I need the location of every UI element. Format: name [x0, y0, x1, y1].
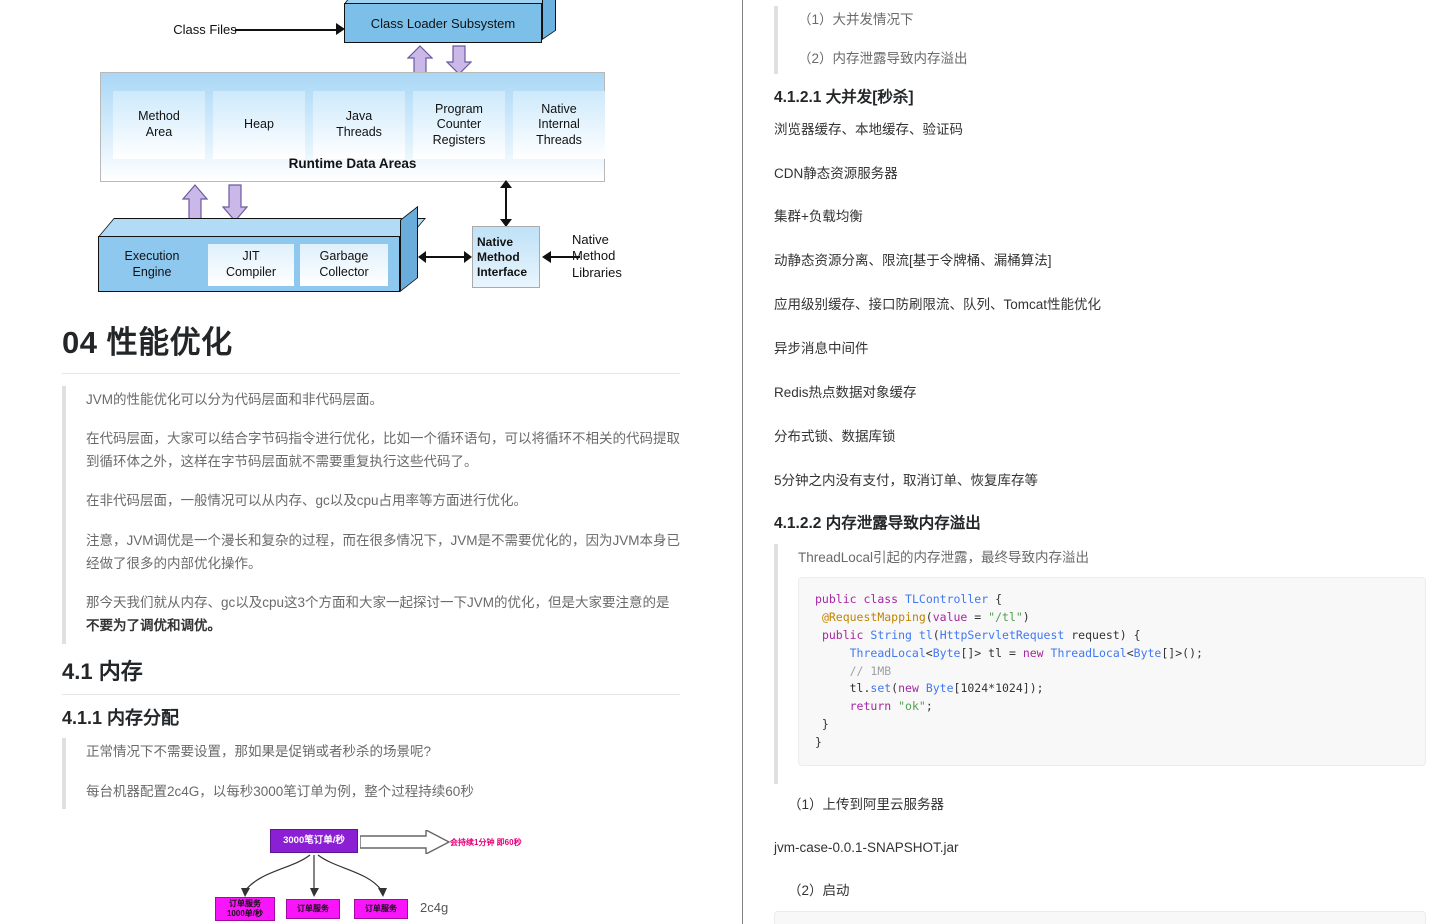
order-rate-flowchart: 3000笔订单/秒 会持续1分钟 即60秒 订单服务 1000单/秒 订单服务: [60, 819, 680, 924]
section-heading-allocation: 4.1.1 内存分配: [62, 708, 180, 729]
flow-service-box-2: 订单服务: [286, 898, 340, 919]
allocation-paragraph-2: 每台机器配置2c4G，以每秒3000笔订单为例，整个过程持续60秒: [86, 783, 474, 799]
native-method-interface-box: Native Method Interface: [472, 226, 540, 288]
loader-down-arrow-icon: [446, 45, 472, 75]
engine-nmi-arrow-left: [418, 251, 426, 263]
engine-down-arrow-icon: [222, 184, 248, 222]
loader-up-arrow-icon: [407, 45, 433, 75]
engine-nmi-connector: [422, 256, 470, 258]
run-command-code-block: java -jar -Xms1000M -Xmx1000M -XX:+HeapD…: [774, 910, 1426, 924]
leak-quote-text: ThreadLocal引起的内存泄露，最终导致内存溢出: [798, 550, 1090, 566]
garbage-collector-cell: Garbage Collector: [300, 244, 388, 286]
concurrency-point-9: 5分钟之内没有支付，取消订单、恢复库存等: [774, 473, 1039, 489]
intro-blockquote: JVM的性能优化可以分为代码层面和非代码层面。 在代码层面，大家可以结合字节码指…: [62, 385, 680, 644]
concurrency-point-3: 集群+负载均衡: [774, 209, 863, 225]
page-title: 04 性能优化: [62, 325, 233, 360]
runtime-data-areas-title: Runtime Data Areas: [288, 156, 417, 171]
execution-engine-box-top-face: [98, 218, 426, 237]
flow-service-box-3: 订单服务: [354, 898, 408, 919]
allocation-paragraph-1: 正常情况下不需要设置，那如果是促销或者秒杀的场景呢?: [86, 744, 432, 760]
concurrency-point-2: CDN静态资源服务器: [774, 165, 898, 181]
top-list-item-2: （2）内存泄露导致内存溢出: [798, 51, 968, 67]
intro-last-prefix: 那今天我们就从内存、gc以及cpu这3个方面和大家一起探讨一下JVM的优化，但是…: [86, 595, 670, 611]
heading-high-concurrency: 4.1.2.1 大并发[秒杀]: [774, 89, 914, 107]
class-files-connector: [235, 29, 340, 31]
runtime-cell-method-area: Method Area: [113, 91, 205, 159]
flow-machine-spec: 2c4g: [420, 899, 449, 915]
top-list-item-1: （1）大并发情况下: [798, 12, 914, 27]
allocation-blockquote: 正常情况下不需要设置，那如果是促销或者秒杀的场景呢? 每台机器配置2c4G，以每…: [62, 738, 680, 809]
intro-paragraph-3: 在非代码层面，一般情况可以从内存、gc以及cpu占用率等方面进行优化。: [86, 493, 528, 509]
flow-service-box-1: 订单服务 1000单/秒: [215, 896, 275, 921]
libraries-arrowhead: [542, 251, 551, 263]
flow-service-label-3: 订单服务: [365, 904, 397, 914]
jar-file-name: jvm-case-0.0.1-SNAPSHOT.jar: [774, 839, 959, 855]
flow-service-label-1: 订单服务 1000单/秒: [226, 899, 264, 918]
class-loader-box-side-face: [542, 0, 556, 40]
intro-paragraph-5: 那今天我们就从内存、gc以及cpu这3个方面和大家一起探讨一下JVM的优化，但是…: [86, 591, 680, 637]
native-method-libraries-label: Native Method Libraries: [572, 232, 622, 280]
class-loader-subsystem-label: Class Loader Subsystem: [370, 15, 516, 31]
rda-nmi-arrow-up: [500, 180, 512, 188]
right-column: （1）大并发情况下 （2）内存泄露导致内存溢出 4.1.2.1 大并发[秒杀] …: [743, 0, 1454, 924]
runtime-cell-java-threads: Java Threads: [313, 91, 405, 159]
intro-paragraph-1: JVM的性能优化可以分为代码层面和非代码层面。: [86, 391, 383, 407]
engine-nmi-arrow-right: [464, 251, 472, 263]
intro-paragraph-4: 注意，JVM调优是一个漫长和复杂的过程，而在很多情况下，JVM是不需要优化的，因…: [86, 532, 680, 571]
runtime-data-areas-box: Method Area Heap Java Threads Program Co…: [100, 72, 605, 182]
class-loader-subsystem-box: Class Loader Subsystem: [344, 3, 542, 43]
title-divider: [62, 372, 680, 374]
document-page: Class Files Class Loader Subsystem Metho…: [0, 0, 1454, 924]
left-column: Class Files Class Loader Subsystem Metho…: [0, 0, 742, 924]
step-1-label: （1）上传到阿里云服务器: [788, 796, 945, 812]
concurrency-point-7: Redis热点数据对象缓存: [774, 385, 917, 401]
java-code-block: public class TLController { @RequestMapp…: [798, 577, 1426, 766]
runtime-cell-pc-registers: Program Counter Registers: [413, 91, 505, 159]
concurrency-point-8: 分布式锁、数据库锁: [774, 429, 896, 445]
leak-blockquote: ThreadLocal引起的内存泄露，最终导致内存溢出 public class…: [774, 544, 1426, 784]
concurrency-point-5: 应用级别缓存、接口防刷限流、队列、Tomcat性能优化: [774, 297, 1102, 313]
intro-last-bold: 不要为了调优和调优。: [86, 618, 221, 634]
concurrency-point-1: 浏览器缓存、本地缓存、验证码: [774, 121, 963, 137]
execution-engine-box-side-face: [400, 205, 418, 292]
step-2-label: （2）启动: [788, 882, 850, 898]
section-heading-memory: 4.1 内存: [62, 658, 143, 684]
runtime-cell-native-internal-threads: Native Internal Threads: [513, 91, 605, 159]
top-list-blockquote: （1）大并发情况下 （2）内存泄露导致内存溢出: [774, 6, 1426, 75]
flow-service-label-2: 订单服务: [297, 904, 329, 914]
engine-up-arrow-icon: [182, 184, 208, 222]
jit-compiler-cell: JIT Compiler: [208, 244, 294, 286]
intro-paragraph-2: 在代码层面，大家可以结合字节码指令进行优化，比如一个循环语句，可以将循环不相关的…: [86, 430, 680, 470]
runtime-cell-heap: Heap: [213, 91, 305, 159]
jvm-architecture-diagram: Class Files Class Loader Subsystem Metho…: [60, 0, 680, 308]
execution-engine-label: Execution Engine: [124, 249, 180, 279]
memory-divider: [62, 694, 680, 696]
concurrency-point-6: 异步消息中间件: [774, 341, 869, 357]
heading-memory-leak: 4.1.2.2 内存泄露导致内存溢出: [774, 515, 981, 533]
concurrency-point-4: 动静态资源分离、限流[基于令牌桶、漏桶算法]: [774, 253, 1052, 269]
